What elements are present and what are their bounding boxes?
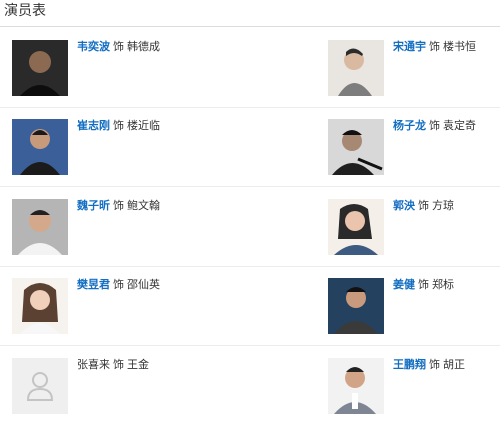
user-placeholder-icon <box>12 358 68 414</box>
title-divider <box>0 26 500 27</box>
role-separator: 饰 <box>113 119 124 132</box>
role-name: 楼近临 <box>127 119 160 132</box>
role-name: 韩德成 <box>127 40 160 53</box>
actor-photo[interactable] <box>328 199 384 255</box>
role-separator: 饰 <box>113 199 124 212</box>
actor-name-link[interactable]: 樊昱君 <box>77 278 110 291</box>
role-name: 邵仙英 <box>127 278 160 291</box>
row-divider <box>0 186 500 187</box>
role-name: 王金 <box>127 358 149 371</box>
cast-item: 张喜来饰王金 <box>12 358 252 418</box>
role-name: 胡正 <box>443 358 465 371</box>
role-name: 鲍文翰 <box>127 199 160 212</box>
cast-item: 崔志刚饰楼近临 <box>12 119 252 179</box>
cast-item: 宋通宇饰楼书恒 <box>328 40 500 100</box>
role-separator: 饰 <box>429 358 440 371</box>
role-separator: 饰 <box>113 278 124 291</box>
cast-item: 魏子昕饰鲍文翰 <box>12 199 252 259</box>
actor-photo[interactable] <box>328 40 384 96</box>
actor-photo[interactable] <box>328 278 384 334</box>
role-separator: 饰 <box>429 119 440 132</box>
role-separator: 饰 <box>429 40 440 53</box>
actor-name-link[interactable]: 韦奕波 <box>77 40 110 53</box>
actor-name-link[interactable]: 魏子昕 <box>77 199 110 212</box>
role-name: 方琼 <box>432 199 454 212</box>
cast-item: 郭泱饰方琼 <box>328 199 500 259</box>
row-divider <box>0 266 500 267</box>
actor-photo[interactable] <box>328 358 384 414</box>
actor-name-link[interactable]: 王鹏翔 <box>393 358 426 371</box>
actor-name: 张喜来 <box>77 358 110 371</box>
role-name: 楼书恒 <box>443 40 476 53</box>
role-name: 袁定奇 <box>443 119 476 132</box>
role-separator: 饰 <box>418 199 429 212</box>
actor-name-link[interactable]: 姜健 <box>393 278 415 291</box>
avatar-placeholder <box>12 358 68 414</box>
actor-photo[interactable] <box>12 119 68 175</box>
role-separator: 饰 <box>113 40 124 53</box>
actor-name-link[interactable]: 郭泱 <box>393 199 415 212</box>
actor-photo[interactable] <box>12 40 68 96</box>
actor-name-link[interactable]: 杨子龙 <box>393 119 426 132</box>
cast-item: 杨子龙饰袁定奇 <box>328 119 500 179</box>
role-name: 郑标 <box>432 278 454 291</box>
actor-name-link[interactable]: 宋通宇 <box>393 40 426 53</box>
actor-name-link[interactable]: 崔志刚 <box>77 119 110 132</box>
actor-photo[interactable] <box>12 278 68 334</box>
cast-item: 韦奕波饰韩德成 <box>12 40 252 100</box>
actor-photo[interactable] <box>12 199 68 255</box>
cast-item: 樊昱君饰邵仙英 <box>12 278 252 338</box>
actor-photo[interactable] <box>328 119 384 175</box>
cast-item: 王鹏翔饰胡正 <box>328 358 500 418</box>
row-divider <box>0 107 500 108</box>
cast-item: 姜健饰郑标 <box>328 278 500 338</box>
section-title: 演员表 <box>4 3 46 19</box>
role-separator: 饰 <box>418 278 429 291</box>
row-divider <box>0 345 500 346</box>
role-separator: 饰 <box>113 358 124 371</box>
